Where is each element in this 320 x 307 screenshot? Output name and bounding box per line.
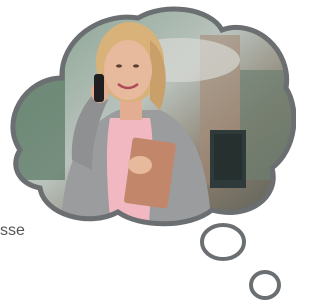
bubble-photo — [12, 8, 295, 224]
thought-bubble-illustration — [10, 6, 296, 300]
thought-circle-large — [200, 223, 246, 261]
thought-circle-small — [249, 270, 281, 300]
phone-icon — [94, 74, 104, 102]
folder-icon — [124, 137, 176, 209]
cropped-caption-text: sse — [0, 222, 25, 239]
